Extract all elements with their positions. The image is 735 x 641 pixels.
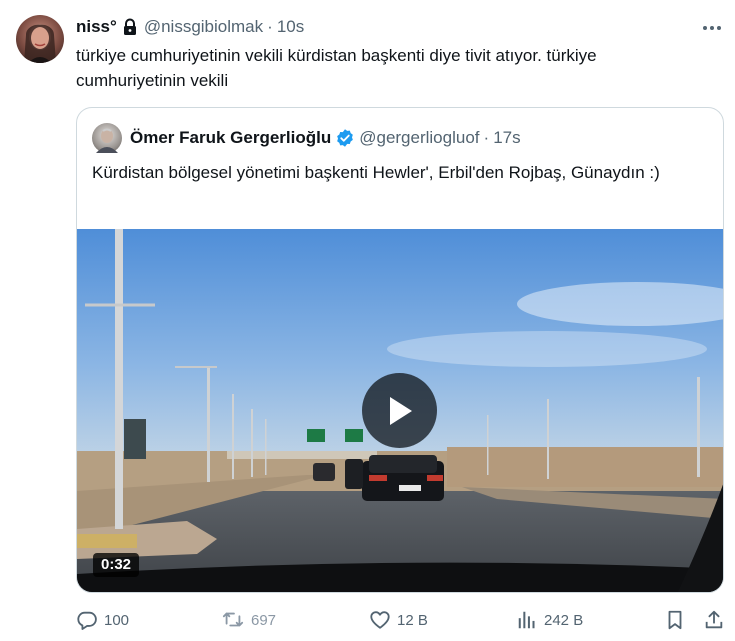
more-icon[interactable] xyxy=(700,16,724,40)
views-button[interactable]: 242 B xyxy=(516,606,583,634)
retweet-button[interactable]: 697 xyxy=(221,606,276,634)
quote-tweet[interactable]: Ömer Faruk Gergerlioğlu @gergerliogluof … xyxy=(76,107,724,593)
retweet-count: 697 xyxy=(251,611,277,629)
quote-avatar[interactable] xyxy=(92,123,122,153)
quote-separator-dot: · xyxy=(483,128,490,147)
bookmark-icon xyxy=(668,610,682,630)
tweet-header: niss° @nissgibiolmak · 10s xyxy=(76,16,304,38)
avatar[interactable] xyxy=(16,15,64,63)
retweet-icon xyxy=(222,612,244,627)
separator-dot: · xyxy=(267,17,273,36)
timestamp[interactable]: 10s xyxy=(277,17,304,37)
quote-author-name[interactable]: Ömer Faruk Gergerlioğlu xyxy=(130,128,331,148)
reply-icon xyxy=(77,611,97,630)
play-icon xyxy=(389,396,412,425)
views-icon xyxy=(518,611,535,629)
quote-header: Ömer Faruk Gergerlioğlu @gergerliogluof … xyxy=(92,122,521,154)
author-handle[interactable]: @nissgibiolmak xyxy=(144,17,263,37)
tweet[interactable]: niss° @nissgibiolmak · 10s türkiye cumhu… xyxy=(0,0,735,641)
like-count: 12 B xyxy=(397,611,428,629)
action-bar: 100 697 12 B 242 B xyxy=(76,606,726,634)
like-icon xyxy=(370,611,390,629)
author-name[interactable]: niss° xyxy=(76,17,117,37)
tweet-text: türkiye cumhuriyetinin vekili kürdistan … xyxy=(76,46,597,90)
reply-button[interactable]: 100 xyxy=(76,606,129,634)
bookmark-button[interactable] xyxy=(665,606,691,634)
reply-count: 100 xyxy=(104,611,130,629)
quote-text: Kürdistan bölgesel yönetimi başkenti Hew… xyxy=(92,163,660,182)
verified-icon xyxy=(335,128,355,148)
video-player[interactable]: 0:32 xyxy=(77,229,723,592)
share-button[interactable] xyxy=(703,606,731,634)
lock-icon xyxy=(122,18,138,36)
video-duration: 0:32 xyxy=(93,553,140,577)
play-button[interactable] xyxy=(362,373,437,448)
views-count: 242 B xyxy=(544,611,584,629)
share-icon xyxy=(705,610,723,629)
quote-timestamp[interactable]: 17s xyxy=(493,128,520,148)
like-button[interactable]: 12 B xyxy=(369,606,428,634)
quote-author-handle[interactable]: @gergerliogluof xyxy=(359,128,479,148)
